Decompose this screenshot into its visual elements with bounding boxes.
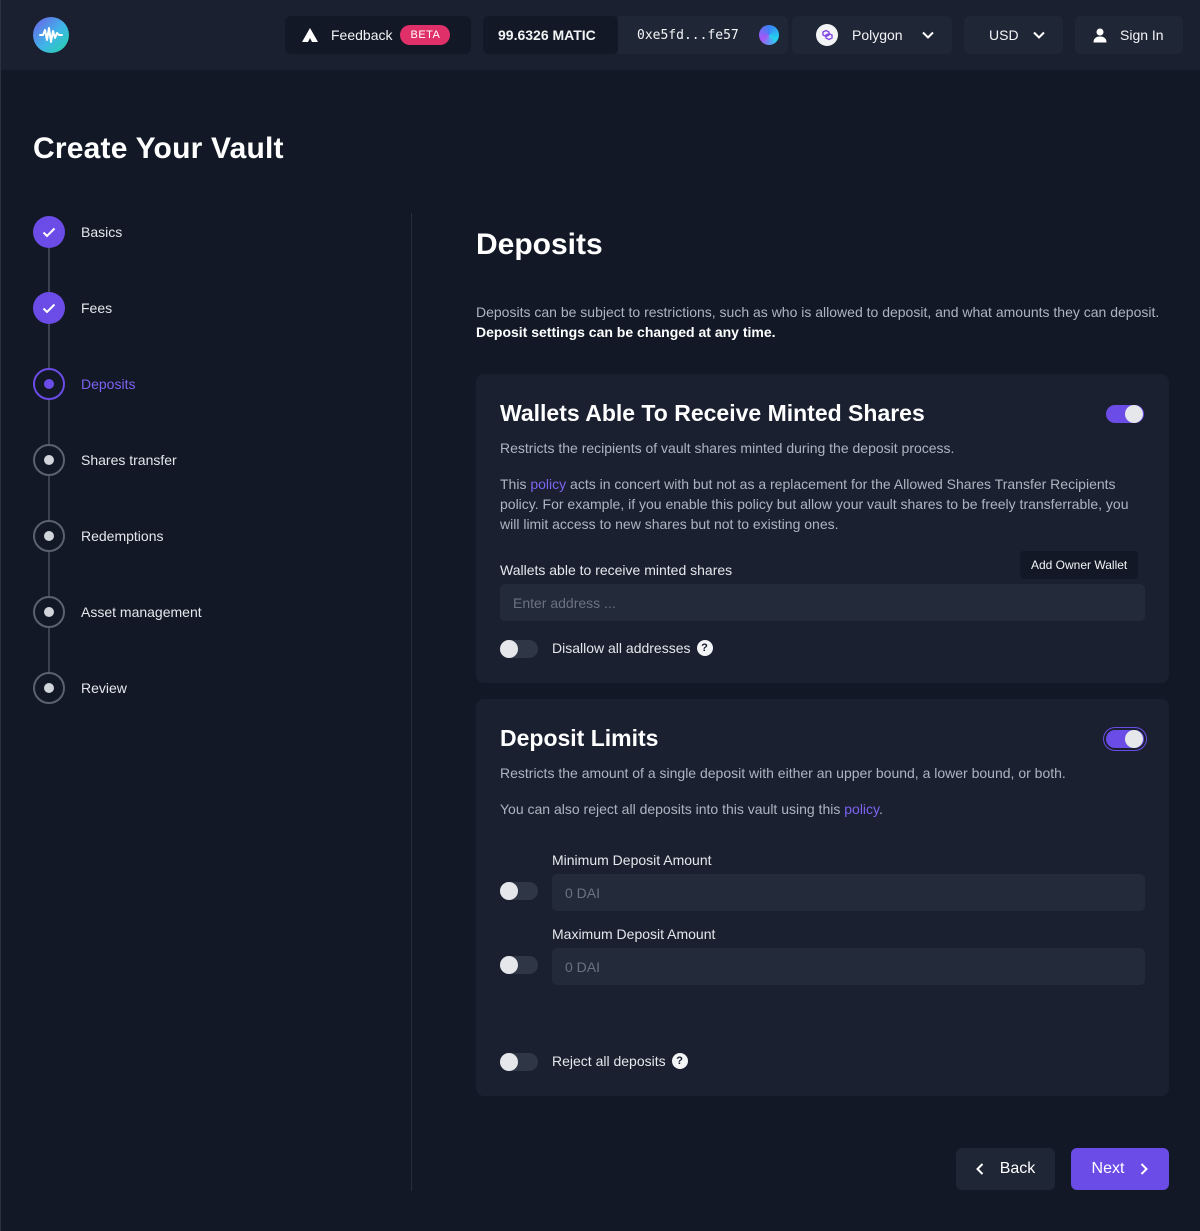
intro-text: Deposits can be subject to restrictions,…: [476, 304, 1160, 320]
beta-badge: BETA: [400, 25, 451, 45]
chevron-right-icon: [1141, 1163, 1149, 1175]
step-redemptions[interactable]: Redemptions: [33, 520, 164, 552]
top-bar: Feedback BETA 99.6326 MATIC 0xe5fd...fe5…: [1, 0, 1200, 70]
policy-suffix: acts in concert with but not as a replac…: [500, 476, 1129, 532]
step-fees[interactable]: Fees: [33, 292, 112, 324]
step-deposits[interactable]: Deposits: [33, 368, 135, 400]
wallet-address-button[interactable]: 0xe5fd...fe57: [618, 16, 788, 54]
waveform-icon: [39, 27, 63, 43]
step-shares-transfer[interactable]: Shares transfer: [33, 444, 177, 476]
step-asset-management[interactable]: Asset management: [33, 596, 202, 628]
help-icon[interactable]: ?: [696, 640, 713, 656]
step-review[interactable]: Review: [33, 672, 127, 704]
section-intro: Deposits can be subject to restrictions,…: [476, 302, 1166, 342]
user-icon: [1092, 27, 1108, 43]
add-owner-wallet-button[interactable]: Add Owner Wallet: [1020, 551, 1139, 579]
policy-prefix: This: [500, 476, 527, 492]
card-title: Deposit Limits: [500, 725, 659, 751]
wallet-address: 0xe5fd...fe57: [637, 27, 739, 43]
chevron-down-icon: [1033, 31, 1045, 39]
step-label: Redemptions: [81, 528, 164, 544]
min-deposit-input[interactable]: [552, 874, 1145, 911]
step-active-indicator: [33, 368, 65, 400]
step-label: Review: [81, 680, 127, 696]
help-icon[interactable]: ?: [671, 1053, 688, 1069]
app-logo[interactable]: [33, 17, 69, 53]
reject-suffix: .: [879, 801, 883, 817]
feedback-logo-icon: [301, 27, 319, 43]
step-pending-indicator: [33, 672, 65, 704]
step-label: Fees: [81, 300, 113, 316]
intro-bold-text: Deposit settings can be changed at any t…: [476, 324, 776, 340]
column-divider: [411, 213, 412, 1191]
max-deposit-input[interactable]: [552, 948, 1145, 985]
step-label: Shares transfer: [81, 452, 177, 468]
sign-in-button[interactable]: Sign In: [1075, 16, 1183, 54]
max-deposit-toggle[interactable]: [500, 956, 538, 974]
reject-policy-text: You can also reject all deposits into th…: [500, 799, 1140, 819]
reject-all-label: Reject all deposits: [552, 1053, 666, 1069]
wallet-balance: 99.6326 MATIC: [483, 16, 618, 54]
step-label: Deposits: [81, 376, 136, 392]
wallets-policy-toggle[interactable]: [1106, 405, 1144, 423]
policy-link[interactable]: policy: [530, 476, 566, 492]
sign-in-label: Sign In: [1120, 27, 1164, 43]
page-title: Create Your Vault: [33, 132, 284, 165]
network-selector[interactable]: Polygon: [792, 16, 952, 54]
disallow-all-toggle[interactable]: [500, 640, 538, 658]
card-title: Wallets Able To Receive Minted Shares: [500, 400, 925, 426]
policy-explanation: This policy acts in concert with but not…: [500, 474, 1140, 534]
card-description: Restricts the amount of a single deposit…: [500, 765, 1066, 781]
network-label: Polygon: [852, 27, 903, 43]
chevron-down-icon: [922, 31, 934, 39]
reject-all-toggle[interactable]: [500, 1053, 538, 1071]
currency-selector[interactable]: USD: [964, 16, 1063, 54]
disallow-all-row: Disallow all addresses ?: [552, 640, 713, 656]
feedback-button[interactable]: Feedback BETA: [285, 16, 471, 54]
step-basics[interactable]: Basics: [33, 216, 122, 248]
reject-policy-link[interactable]: policy: [844, 801, 879, 817]
back-button[interactable]: Back: [956, 1148, 1055, 1190]
step-label: Basics: [81, 224, 123, 240]
check-icon: [33, 292, 65, 324]
chevron-left-icon: [975, 1163, 983, 1175]
min-deposit-toggle[interactable]: [500, 882, 538, 900]
step-pending-indicator: [33, 444, 65, 476]
feedback-label: Feedback: [331, 27, 393, 43]
max-deposit-label: Maximum Deposit Amount: [552, 926, 716, 942]
card-description: Restricts the recipients of vault shares…: [500, 440, 955, 456]
polygon-icon: [816, 24, 838, 46]
next-label: Next: [1091, 1160, 1125, 1177]
next-button[interactable]: Next: [1071, 1148, 1169, 1190]
step-label: Asset management: [81, 604, 202, 620]
currency-label: USD: [989, 27, 1019, 43]
disallow-all-label: Disallow all addresses: [552, 640, 691, 656]
reject-prefix: You can also reject all deposits into th…: [500, 801, 841, 817]
check-icon: [33, 216, 65, 248]
deposit-limits-card: Deposit Limits Restricts the amount of a…: [476, 699, 1169, 1096]
reject-all-row: Reject all deposits ?: [552, 1053, 688, 1069]
address-input[interactable]: [500, 584, 1145, 621]
wallets-field-label: Wallets able to receive minted shares: [500, 562, 733, 578]
deposit-limits-toggle[interactable]: [1106, 730, 1144, 748]
step-pending-indicator: [33, 596, 65, 628]
section-title: Deposits: [476, 228, 603, 261]
back-label: Back: [999, 1160, 1036, 1177]
step-pending-indicator: [33, 520, 65, 552]
wallet-avatar-icon: [759, 25, 779, 45]
min-deposit-label: Minimum Deposit Amount: [552, 852, 712, 868]
wallets-policy-card: Wallets Able To Receive Minted Shares Re…: [476, 374, 1169, 683]
